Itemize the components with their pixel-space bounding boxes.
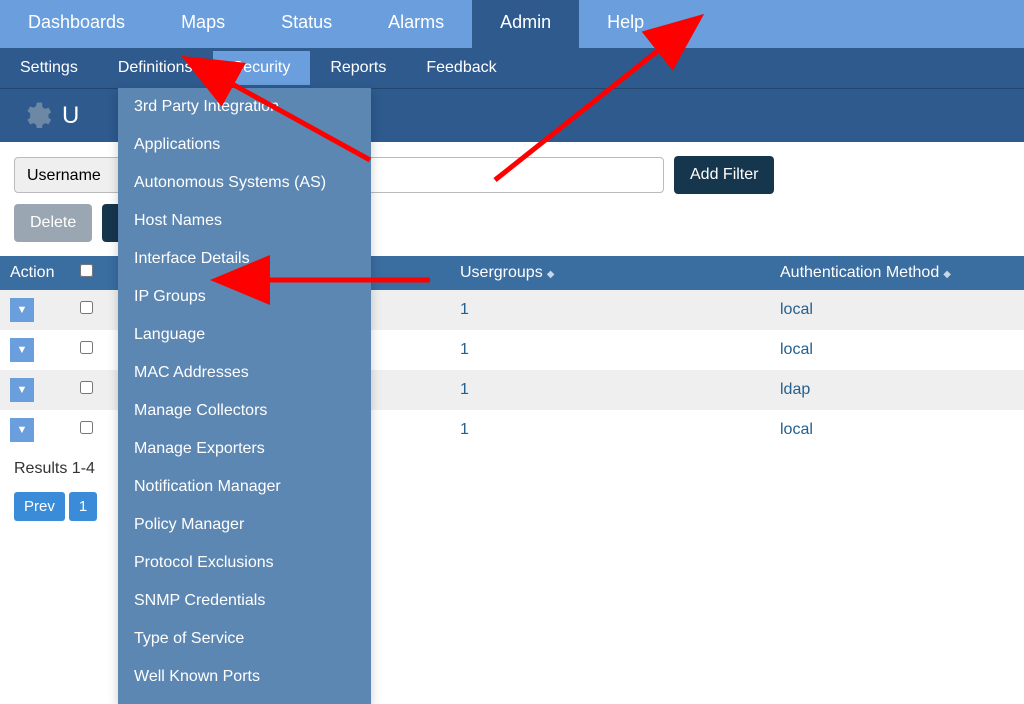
definitions-menu-item[interactable]: Notification Manager bbox=[118, 468, 371, 506]
definitions-menu-item[interactable]: Autonomous Systems (AS) bbox=[118, 164, 371, 202]
chevron-down-icon: ▼ bbox=[17, 424, 28, 436]
subnav-security[interactable]: Security bbox=[213, 51, 311, 85]
definitions-menu-item[interactable]: Interface Details bbox=[118, 240, 371, 278]
tab-alarms[interactable]: Alarms bbox=[360, 0, 472, 48]
chevron-down-icon: ▼ bbox=[17, 384, 28, 396]
definitions-menu-item[interactable]: Well Known Ports bbox=[118, 658, 371, 696]
cell-auth-method[interactable]: local bbox=[770, 290, 1024, 330]
row-checkbox[interactable] bbox=[80, 421, 93, 434]
definitions-menu-item[interactable]: MAC Addresses bbox=[118, 354, 371, 392]
definitions-menu-item[interactable]: Applications bbox=[118, 126, 371, 164]
subnav-definitions[interactable]: Definitions bbox=[98, 51, 213, 85]
gear-icon bbox=[20, 100, 52, 132]
row-action-button[interactable]: ▼ bbox=[10, 378, 34, 402]
definitions-menu-item[interactable]: Protocol Exclusions bbox=[118, 544, 371, 582]
row-action-button[interactable]: ▼ bbox=[10, 418, 34, 442]
row-action-button[interactable]: ▼ bbox=[10, 298, 34, 322]
chevron-down-icon: ▼ bbox=[17, 304, 28, 316]
cell-usergroups[interactable]: 1 bbox=[450, 410, 770, 450]
definitions-menu-item[interactable]: Policy Manager bbox=[118, 506, 371, 544]
top-nav: Dashboards Maps Status Alarms Admin Help bbox=[0, 0, 1024, 48]
tab-help[interactable]: Help bbox=[579, 0, 672, 48]
sub-nav: Settings Definitions Security Reports Fe… bbox=[0, 48, 1024, 88]
subnav-settings[interactable]: Settings bbox=[0, 51, 98, 85]
tab-maps[interactable]: Maps bbox=[153, 0, 253, 48]
definitions-menu-item[interactable]: Manage Collectors bbox=[118, 392, 371, 430]
col-action[interactable]: Action bbox=[0, 256, 70, 290]
tab-admin[interactable]: Admin bbox=[472, 0, 579, 48]
definitions-menu-item[interactable]: IP Groups bbox=[118, 278, 371, 316]
pagination-page-1[interactable]: 1 bbox=[69, 492, 97, 521]
definitions-menu-item[interactable]: Manage Exporters bbox=[118, 430, 371, 468]
definitions-menu-item[interactable]: SNMP Credentials bbox=[118, 582, 371, 620]
select-all-checkbox[interactable] bbox=[80, 264, 93, 277]
definitions-menu-item[interactable]: Type of Service bbox=[118, 620, 371, 658]
chevron-down-icon: ▼ bbox=[17, 344, 28, 356]
cell-auth-method[interactable]: local bbox=[770, 330, 1024, 370]
definitions-menu-item[interactable]: Language bbox=[118, 316, 371, 354]
col-auth-method[interactable]: Authentication Method◆ bbox=[770, 256, 1024, 290]
definitions-dropdown[interactable]: 3rd Party IntegrationApplicationsAutonom… bbox=[118, 88, 371, 704]
add-filter-button[interactable]: Add Filter bbox=[674, 156, 774, 194]
col-select-all[interactable] bbox=[70, 256, 110, 290]
tab-status[interactable]: Status bbox=[253, 0, 360, 48]
cell-auth-method[interactable]: ldap bbox=[770, 370, 1024, 410]
cell-usergroups[interactable]: 1 bbox=[450, 330, 770, 370]
page-title: U bbox=[62, 102, 79, 130]
col-usergroups[interactable]: Usergroups◆ bbox=[450, 256, 770, 290]
row-action-button[interactable]: ▼ bbox=[10, 338, 34, 362]
delete-button[interactable]: Delete bbox=[14, 204, 92, 242]
pagination-prev[interactable]: Prev bbox=[14, 492, 65, 521]
subnav-reports[interactable]: Reports bbox=[310, 51, 406, 85]
row-checkbox[interactable] bbox=[80, 341, 93, 354]
cell-auth-method[interactable]: local bbox=[770, 410, 1024, 450]
row-checkbox[interactable] bbox=[80, 301, 93, 314]
tab-dashboards[interactable]: Dashboards bbox=[0, 0, 153, 48]
cell-usergroups[interactable]: 1 bbox=[450, 370, 770, 410]
sort-icon: ◆ bbox=[943, 269, 951, 280]
definitions-menu-item[interactable]: 3rd Party Integration bbox=[118, 88, 371, 126]
row-checkbox[interactable] bbox=[80, 381, 93, 394]
cell-usergroups[interactable]: 1 bbox=[450, 290, 770, 330]
subnav-feedback[interactable]: Feedback bbox=[406, 51, 516, 85]
sort-icon: ◆ bbox=[547, 269, 555, 280]
definitions-menu-item[interactable]: Host Names bbox=[118, 202, 371, 240]
